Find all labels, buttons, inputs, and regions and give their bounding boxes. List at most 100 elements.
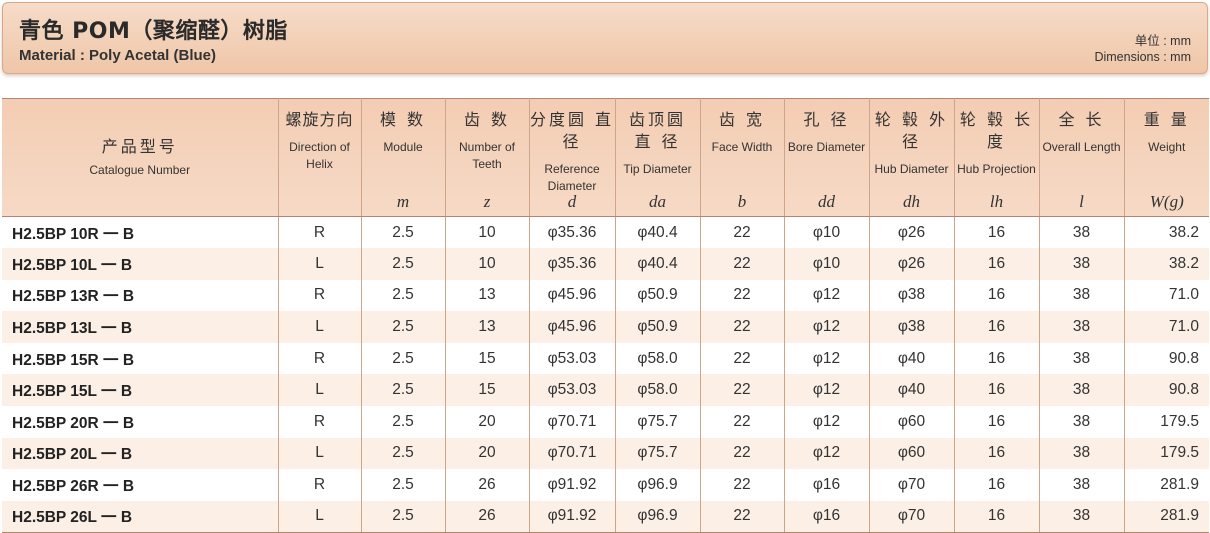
col-header-cn: 螺旋方向 [285,110,354,129]
cell-hub-diameter: φ40 [869,374,955,407]
cell-tip-diameter: φ96.9 [615,469,701,501]
cell-tip-diameter: φ96.9 [615,500,701,533]
col-header-en: Face Width [711,140,773,154]
col-header-en: Direction of Helix [289,140,350,171]
cell-catalogue-number: H2.5BP 10R 一 B [2,216,279,249]
col-header-en: Overall Length [1042,140,1121,154]
cell-catalogue-number: H2.5BP 13R 一 B [2,279,279,312]
cell-helix-direction: R [278,342,362,375]
col-header-en: Reference Diameter [544,162,600,193]
cell-module: 2.5 [361,500,446,533]
cell-face-width: 22 [700,437,785,470]
col-header-cn: 齿顶圆 直 径 [628,110,686,151]
cell-weight: 281.9 [1160,476,1199,494]
cell-weight: 71.0 [1168,286,1199,304]
col-header-face-width: 齿 宽 Face Width b [700,98,785,217]
col-header-weight: 重 量 Weight W(g) [1124,98,1209,217]
col-header-en: Catalogue Number [89,163,191,177]
cell-bore-diameter: φ16 [784,500,870,533]
cell-hub-diameter: φ26 [869,216,955,249]
cell-overall-length: 38 [1039,216,1125,249]
cell-reference-diameter: φ45.96 [529,311,616,343]
cell-bore-diameter: φ10 [784,248,870,280]
cell-overall-length: 38 [1039,279,1125,312]
col-header-cn: 分度圆 直 径 [529,110,615,151]
table-body: H2.5BP 10R 一 B R 2.5 10 φ35.36 φ40.4 22 φ10 φ26 1… [2,216,1209,533]
col-header-hub-diameter: 轮 毂 外 径 Hub Diameter dh [869,98,955,217]
cell-weight: 90.8 [1168,349,1199,367]
cell-teeth: 13 [445,311,530,343]
table-row: H2.5BP 26R 一 B R 2.5 26 φ91.92 φ96.9 22 φ16 φ70 1… [2,469,1209,501]
unit-label-en: Dimensions : mm [1094,50,1191,64]
cell-module: 2.5 [361,311,446,343]
cell-face-width: 22 [700,406,785,438]
unit-label-cn: 单位 : mm [1134,34,1191,48]
cell-overall-length: 38 [1039,311,1125,343]
cell-face-width: 22 [700,216,785,249]
cell-bore-diameter: φ12 [784,342,870,375]
col-header-catalogue: 产品型号 Catalogue Number [2,98,279,217]
cell-teeth: 26 [445,500,530,533]
table-row: H2.5BP 13L 一 B L 2.5 13 φ45.96 φ50.9 22 φ12 φ38 1… [2,311,1209,343]
cell-teeth: 15 [445,342,530,375]
cell-hub-projection: 16 [954,279,1040,312]
cell-catalogue-number: H2.5BP 26L 一 B [2,500,279,533]
col-header-symbol: dd [818,192,835,211]
cell-teeth: 13 [445,279,530,312]
cell-helix-direction: L [278,311,362,343]
cell-weight: 90.8 [1168,381,1199,399]
cell-hub-diameter: φ70 [869,500,955,533]
col-header-overall-length: 全 长 Overall Length l [1039,98,1125,217]
cell-module: 2.5 [361,279,446,312]
cell-reference-diameter: φ53.03 [529,342,616,375]
material-subtitle: Material : Poly Acetal (Blue) [19,47,216,64]
cell-tip-diameter: φ58.0 [615,342,701,375]
col-header-reference-diameter: 分度圆 直 径 Reference Diameter d [529,98,616,217]
col-header-symbol: lh [989,192,1004,211]
cell-bore-diameter: φ10 [784,216,870,249]
col-header-module: 模 数 Module m [361,98,446,217]
cell-overall-length: 38 [1039,406,1125,438]
cell-module: 2.5 [361,374,446,407]
cell-hub-projection: 16 [954,406,1040,438]
cell-tip-diameter: φ75.7 [615,437,701,470]
col-header-en: Bore Diameter [787,140,866,154]
cell-tip-diameter: φ40.4 [615,248,701,280]
col-header-en: Module [383,140,423,154]
cell-hub-projection: 16 [954,311,1040,343]
col-header-cn: 模 数 [379,110,427,129]
cell-face-width: 22 [700,342,785,375]
cell-module: 2.5 [361,469,446,501]
cell-helix-direction: R [278,279,362,312]
cell-helix-direction: R [278,406,362,438]
cell-bore-diameter: φ12 [784,374,870,407]
table-row: H2.5BP 15L 一 B L 2.5 15 φ53.03 φ58.0 22 φ12 φ40 1… [2,374,1209,407]
cell-bore-diameter: φ16 [784,469,870,501]
title-banner: 青色 POM（聚缩醛）树脂 Material : Poly Acetal (Bl… [2,2,1208,74]
cell-module: 2.5 [361,406,446,438]
cell-face-width: 22 [700,500,785,533]
cell-hub-projection: 16 [954,469,1040,501]
cell-tip-diameter: φ75.7 [615,406,701,438]
spec-table: 产品型号 Catalogue Number 螺旋方向 Direction of … [2,98,1209,533]
cell-catalogue-number: H2.5BP 13L 一 B [2,311,279,343]
col-header-en: Hub Projection [957,162,1036,176]
cell-reference-diameter: φ35.36 [529,248,616,280]
cell-hub-diameter: φ38 [869,311,955,343]
cell-hub-projection: 16 [954,216,1040,249]
cell-catalogue-number: H2.5BP 15L 一 B [2,374,279,407]
cell-face-width: 22 [700,374,785,407]
cell-hub-diameter: φ60 [869,437,955,470]
cell-reference-diameter: φ53.03 [529,374,616,407]
cell-hub-projection: 16 [954,342,1040,375]
col-header-symbol: d [567,192,577,211]
table-row: H2.5BP 20L 一 B L 2.5 20 φ70.71 φ75.7 22 φ12 φ60 1… [2,437,1209,470]
cell-tip-diameter: φ50.9 [615,279,701,312]
cell-hub-diameter: φ38 [869,279,955,312]
cell-reference-diameter: φ91.92 [529,500,616,533]
cell-hub-projection: 16 [954,374,1040,407]
cell-reference-diameter: φ70.71 [529,406,616,438]
cell-teeth: 10 [445,248,530,280]
cell-catalogue-number: H2.5BP 26R 一 B [2,469,279,501]
col-header-hub-projection: 轮 毂 长 度 Hub Projection lh [954,98,1040,217]
